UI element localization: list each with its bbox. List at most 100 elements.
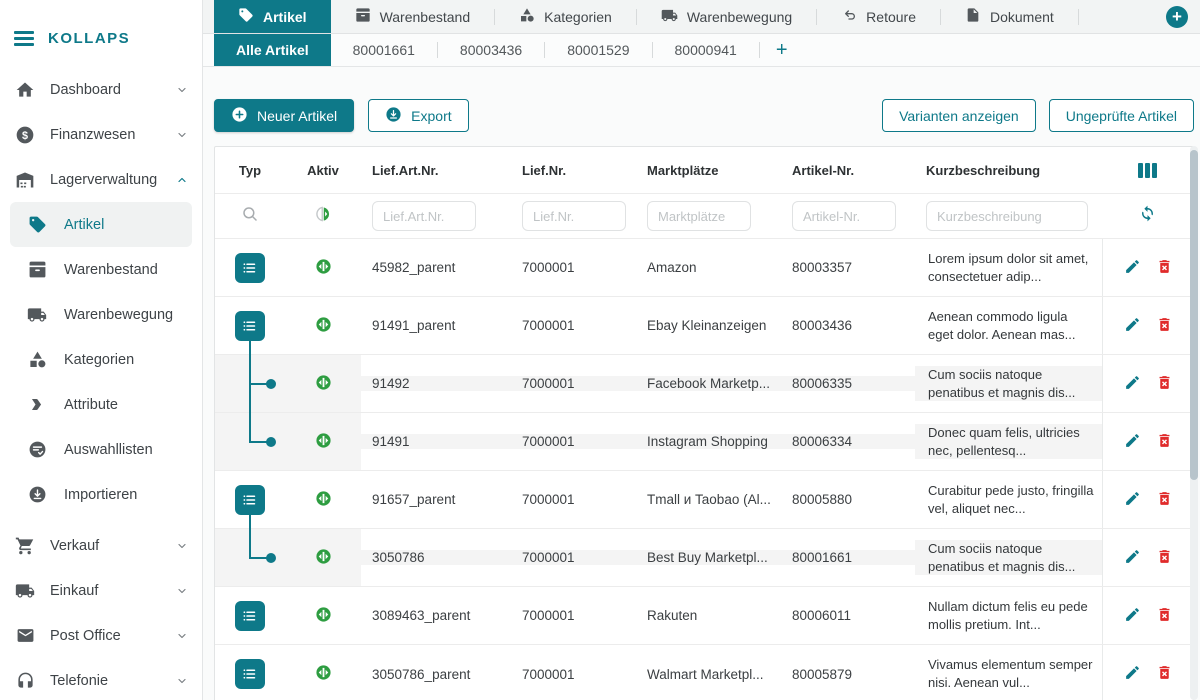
lief-art-nr-cell: 3050786 <box>361 550 511 565</box>
edit-icon[interactable] <box>1124 258 1141 278</box>
show-variants-button[interactable]: Varianten anzeigen <box>882 99 1036 132</box>
table-row[interactable]: 3050786 7000001 Best Buy Marketpl... 800… <box>215 529 1193 587</box>
artikel-nr-cell: 80005879 <box>781 667 915 682</box>
kurzbeschreibung-filter-input[interactable] <box>926 201 1088 231</box>
sidebar-item-kategorien[interactable]: Kategorien <box>0 337 202 382</box>
scrollbar-thumb[interactable] <box>1190 150 1198 480</box>
sidebar-item-post-office[interactable]: Post Office <box>0 613 202 658</box>
col-header-marktplaetze[interactable]: Marktplätze <box>636 163 781 178</box>
export-button[interactable]: Export <box>368 99 468 132</box>
artikel-nr-cell: 80006335 <box>781 376 915 391</box>
tab-warenbewegung[interactable]: Warenbewegung <box>637 0 816 33</box>
table-row[interactable]: 91491 7000001 Instagram Shopping 8000633… <box>215 413 1193 471</box>
col-header-typ[interactable]: Typ <box>215 147 285 193</box>
parent-type-icon[interactable] <box>235 485 265 515</box>
download-circle-icon <box>26 485 48 504</box>
tab-label: Dokument <box>990 9 1054 25</box>
col-header-aktiv[interactable]: Aktiv <box>285 147 361 193</box>
columns-icon[interactable] <box>1138 163 1157 178</box>
col-header-artikel-nr[interactable]: Artikel-Nr. <box>781 163 915 178</box>
edit-icon[interactable] <box>1124 316 1141 336</box>
add-module-button[interactable]: + <box>1166 6 1188 28</box>
row-actions <box>1102 471 1193 528</box>
active-filter-toggle-icon[interactable] <box>314 205 332 228</box>
table-row[interactable]: 91657_parent 7000001 Tmall и Taobao (Al.… <box>215 471 1193 529</box>
edit-icon[interactable] <box>1124 490 1141 510</box>
sidebar-item-finanzwesen[interactable]: $ Finanzwesen <box>0 112 202 157</box>
table-row[interactable]: 3050786_parent 7000001 Walmart Marketpl.… <box>215 645 1193 700</box>
parent-type-icon[interactable] <box>235 659 265 689</box>
edit-icon[interactable] <box>1124 664 1141 684</box>
sidebar-item-telefonie[interactable]: Telefonie <box>0 658 202 700</box>
tab-artikel[interactable]: Artikel <box>214 0 331 33</box>
chevron-up-icon <box>176 174 188 186</box>
delete-icon[interactable] <box>1156 548 1173 568</box>
delete-icon[interactable] <box>1156 258 1173 278</box>
add-article-tab-button[interactable]: + <box>760 34 804 66</box>
tab-kategorien[interactable]: Kategorien <box>495 0 636 33</box>
headset-icon <box>14 671 36 690</box>
tab-divider <box>1078 9 1079 25</box>
button-label: Varianten anzeigen <box>899 108 1019 124</box>
row-actions <box>1102 297 1193 354</box>
tab-label: Warenbestand <box>380 9 471 25</box>
marktplaetze-filter-input[interactable] <box>647 201 751 231</box>
sidebar-item-importieren[interactable]: Importieren <box>0 472 202 517</box>
table-row[interactable]: 3089463_parent 7000001 Rakuten 80006011 … <box>215 587 1193 645</box>
delete-icon[interactable] <box>1156 432 1173 452</box>
col-header-kurzbeschreibung[interactable]: Kurzbeschreibung <box>915 163 1102 178</box>
parent-type-icon[interactable] <box>235 311 265 341</box>
subtab-article[interactable]: 80000941 <box>653 34 759 66</box>
delete-icon[interactable] <box>1156 316 1173 336</box>
unchecked-articles-button[interactable]: Ungeprüfte Artikel <box>1049 99 1194 132</box>
sidebar-item-einkauf[interactable]: Einkauf <box>0 568 202 613</box>
sidebar-item-label: Finanzwesen <box>50 127 176 143</box>
sidebar-item-warenbewegung[interactable]: Warenbewegung <box>0 292 202 337</box>
lief-art-nr-filter-input[interactable] <box>372 201 476 231</box>
sidebar-item-auswahllisten[interactable]: Auswahllisten <box>0 427 202 472</box>
parent-type-icon[interactable] <box>235 601 265 631</box>
artikel-nr-cell: 80001661 <box>781 550 915 565</box>
vertical-scrollbar[interactable] <box>1190 146 1198 700</box>
table-row[interactable]: 45982_parent 7000001 Amazon 80003357 Lor… <box>215 239 1193 297</box>
subtab-article[interactable]: 80001529 <box>545 34 651 66</box>
new-article-button[interactable]: Neuer Artikel <box>214 99 354 132</box>
child-node-dot <box>266 553 276 563</box>
edit-icon[interactable] <box>1124 606 1141 626</box>
menu-icon[interactable] <box>14 31 34 46</box>
sidebar-item-verkauf[interactable]: Verkauf <box>0 523 202 568</box>
subtab-alle-artikel[interactable]: Alle Artikel <box>214 34 331 66</box>
subtab-label: 80001529 <box>567 42 629 58</box>
col-header-lief-nr[interactable]: Lief.Nr. <box>511 163 636 178</box>
subtab-article[interactable]: 80001661 <box>331 34 437 66</box>
col-header-lief-art-nr[interactable]: Lief.Art.Nr. <box>361 163 511 178</box>
parent-type-icon[interactable] <box>235 253 265 283</box>
tab-retoure[interactable]: Retoure <box>817 0 940 33</box>
sidebar-item-label: Dashboard <box>50 82 176 98</box>
delete-icon[interactable] <box>1156 664 1173 684</box>
table-header-row: Typ Aktiv Lief.Art.Nr. Lief.Nr. Marktplä… <box>215 147 1193 194</box>
sidebar-item-attribute[interactable]: Attribute <box>0 382 202 427</box>
subtab-article[interactable]: 80003436 <box>438 34 544 66</box>
delete-icon[interactable] <box>1156 490 1173 510</box>
artikel-nr-filter-input[interactable] <box>792 201 896 231</box>
edit-icon[interactable] <box>1124 548 1141 568</box>
kurzbeschreibung-cell: Curabitur pede justo, fringilla vel, ali… <box>915 482 1102 517</box>
sidebar-item-dashboard[interactable]: Dashboard <box>0 67 202 112</box>
lief-nr-filter-input[interactable] <box>522 201 626 231</box>
tab-dokument[interactable]: Dokument <box>941 0 1078 33</box>
table-row[interactable]: 91491_parent 7000001 Ebay Kleinanzeigen … <box>215 297 1193 355</box>
refresh-icon[interactable] <box>1138 204 1157 228</box>
sidebar-item-lagerverwaltung[interactable]: Lagerverwaltung <box>0 157 202 202</box>
sidebar-item-artikel[interactable]: Artikel <box>10 202 192 247</box>
table-row[interactable]: 91492 7000001 Facebook Marketp... 800063… <box>215 355 1193 413</box>
edit-icon[interactable] <box>1124 374 1141 394</box>
edit-icon[interactable] <box>1124 432 1141 452</box>
delete-icon[interactable] <box>1156 606 1173 626</box>
tab-warenbestand[interactable]: Warenbestand <box>331 0 495 33</box>
filter-typ-cell <box>215 194 285 238</box>
active-status-icon <box>315 548 332 568</box>
delete-icon[interactable] <box>1156 374 1173 394</box>
sidebar-item-warenbestand[interactable]: Warenbestand <box>0 247 202 292</box>
sidebar-item-label: Lagerverwaltung <box>50 172 176 188</box>
